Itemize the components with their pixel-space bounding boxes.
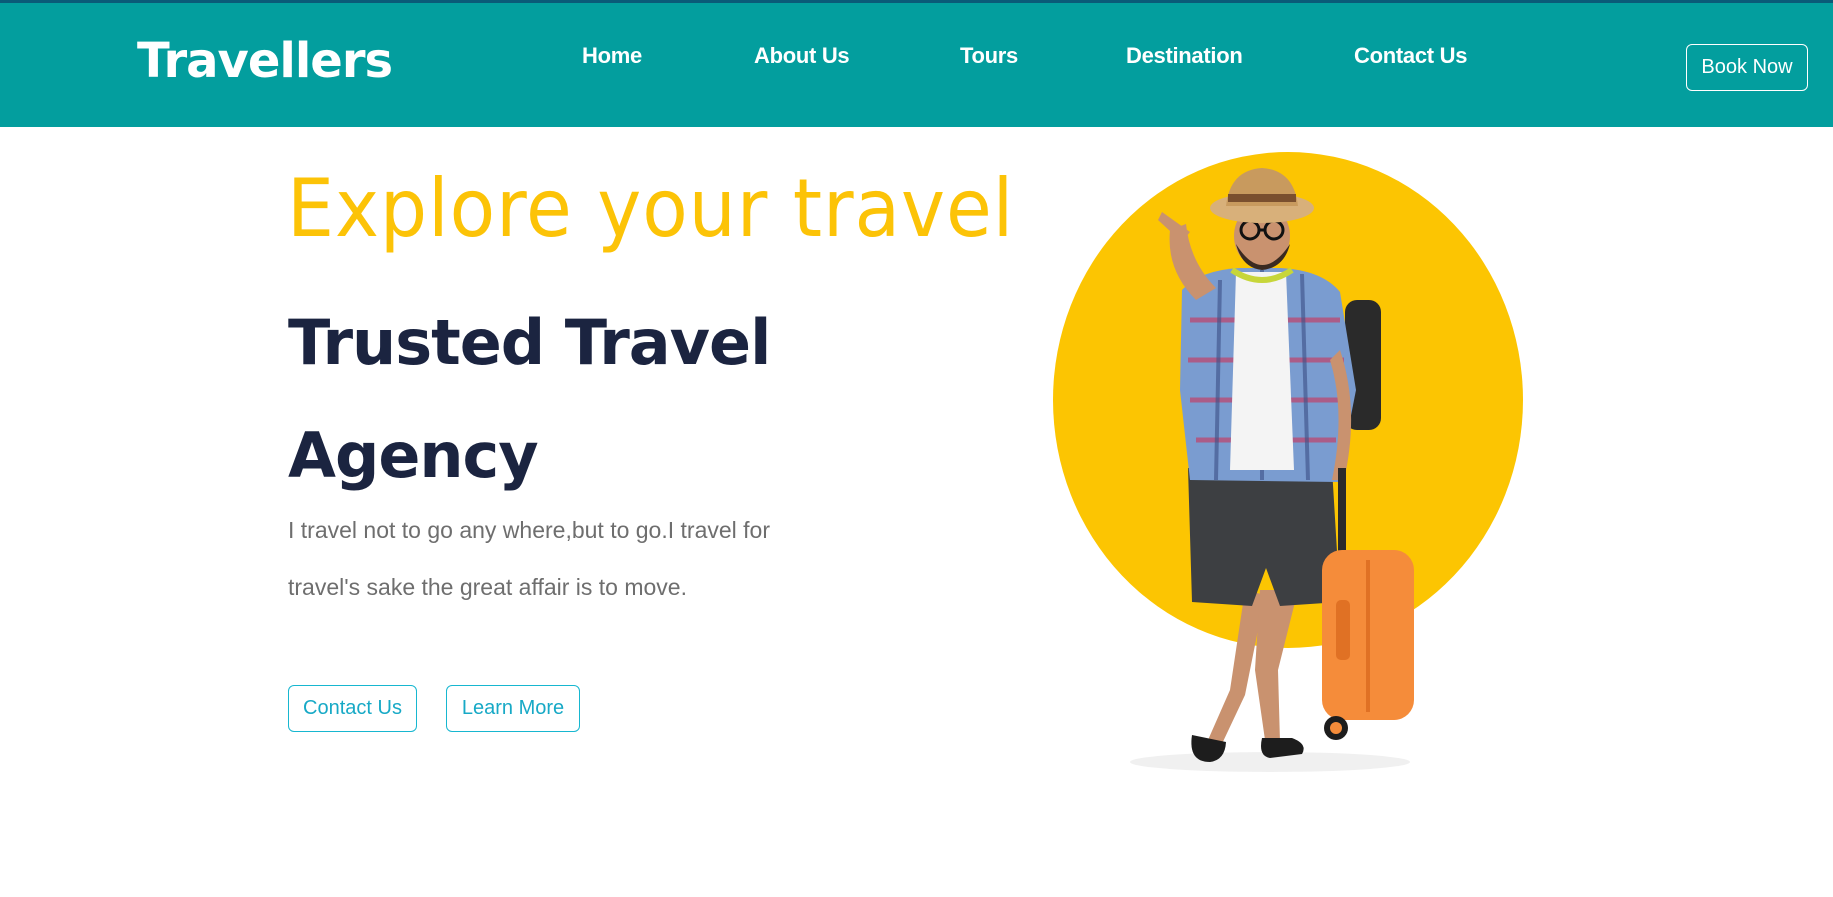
hero-image: [1040, 150, 1540, 780]
nav-link-tours[interactable]: Tours: [960, 43, 1018, 69]
page: Travellers Home About Us Tours Destinati…: [0, 0, 1833, 897]
nav-link-home[interactable]: Home: [582, 43, 642, 69]
contact-us-button[interactable]: Contact Us: [288, 685, 417, 732]
nav-link-about-us[interactable]: About Us: [754, 43, 850, 69]
traveller-illustration: [1053, 152, 1523, 772]
book-now-button[interactable]: Book Now: [1686, 44, 1808, 91]
learn-more-button[interactable]: Learn More: [446, 685, 580, 732]
nav-link-contact-us[interactable]: Contact Us: [1354, 43, 1467, 69]
brand-logo[interactable]: Travellers: [137, 33, 393, 89]
navbar: Travellers Home About Us Tours Destinati…: [0, 0, 1833, 127]
nav-link-destination[interactable]: Destination: [1126, 43, 1243, 69]
hero-description: I travel not to go any where,but to go.I…: [288, 517, 770, 600]
hero-headline: Trusted Travel Agency: [288, 306, 771, 492]
hero-tagline: Explore your travel: [287, 162, 1015, 255]
